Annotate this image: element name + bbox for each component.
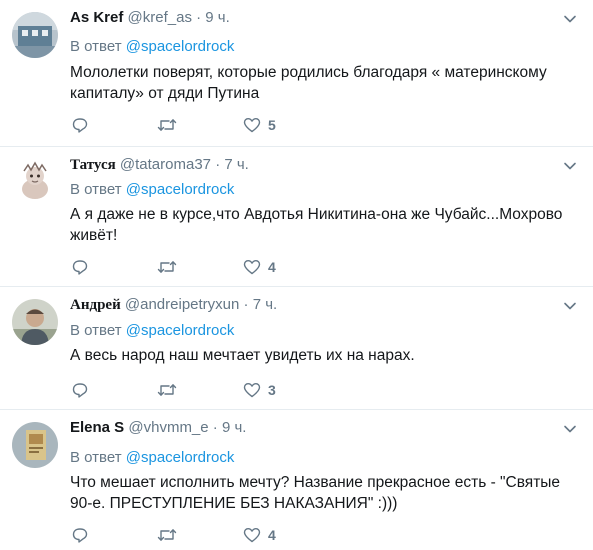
reply-icon xyxy=(72,528,88,543)
like-button[interactable]: 4 xyxy=(242,525,292,545)
like-count: 4 xyxy=(268,527,276,543)
retweet-icon xyxy=(157,261,177,273)
retweet-button[interactable] xyxy=(156,115,178,135)
separator-dot: · xyxy=(243,296,249,313)
reply-context: В ответ @spacelordrock xyxy=(70,180,234,200)
like-button[interactable]: 4 xyxy=(242,257,292,277)
like-icon xyxy=(243,260,261,275)
timestamp[interactable]: 7 ч. xyxy=(253,296,278,313)
avatar[interactable] xyxy=(12,12,58,58)
like-count: 5 xyxy=(268,117,276,133)
timestamp[interactable]: 7 ч. xyxy=(224,156,249,173)
reply-button[interactable] xyxy=(70,525,90,545)
chevron-down-icon[interactable] xyxy=(563,422,577,436)
like-count: 4 xyxy=(268,259,276,275)
retweet-icon xyxy=(157,384,177,396)
tweet-header: As Kref @kref_as · 9 ч. xyxy=(70,8,230,28)
reply-button[interactable] xyxy=(70,380,90,400)
avatar[interactable] xyxy=(12,159,58,205)
display-name[interactable]: Андрей xyxy=(70,297,121,313)
tweet-text: Мололетки поверят, которые родились благ… xyxy=(70,64,547,102)
tweet-header: Татуся @tataroma37 · 7 ч. xyxy=(70,155,249,175)
timestamp[interactable]: 9 ч. xyxy=(222,419,247,436)
reply-prefix: В ответ xyxy=(70,449,122,466)
separator-dot: · xyxy=(212,419,218,436)
user-handle[interactable]: @andreipetryxun xyxy=(125,296,239,313)
timestamp[interactable]: 9 ч. xyxy=(205,9,230,26)
tweet[interactable]: Татуся @tataroma37 · 7 ч. В ответ @space… xyxy=(0,147,593,287)
reply-context: В ответ @spacelordrock xyxy=(70,321,234,341)
user-handle[interactable]: @vhvmm_e xyxy=(128,419,208,436)
separator-dot: · xyxy=(215,156,221,173)
tweet-text: А я даже не в курсе,что Авдотья Никитина… xyxy=(70,206,563,244)
reply-icon xyxy=(72,118,88,133)
tweet-header: Андрей @andreipetryxun · 7 ч. xyxy=(70,295,277,315)
tweet-text: Что мешает исполнить мечту? Название пре… xyxy=(70,474,561,512)
reply-mention-link[interactable]: @spacelordrock xyxy=(126,181,235,198)
like-icon xyxy=(243,383,261,398)
reply-icon xyxy=(72,383,88,398)
reply-mention-link[interactable]: @spacelordrock xyxy=(126,322,235,339)
chevron-down-icon[interactable] xyxy=(563,12,577,26)
avatar[interactable] xyxy=(12,299,58,345)
like-button[interactable]: 3 xyxy=(242,380,292,400)
chevron-down-icon[interactable] xyxy=(563,299,577,313)
like-button[interactable]: 5 xyxy=(242,115,292,135)
reply-prefix: В ответ xyxy=(70,322,122,339)
user-handle[interactable]: @kref_as xyxy=(128,9,192,26)
reply-prefix: В ответ xyxy=(70,38,122,55)
tweet[interactable]: Андрей @andreipetryxun · 7 ч. В ответ @s… xyxy=(0,287,593,410)
reply-prefix: В ответ xyxy=(70,181,122,198)
retweet-icon xyxy=(157,529,177,541)
reply-context: В ответ @spacelordrock xyxy=(70,448,234,468)
like-count: 3 xyxy=(268,382,276,398)
display-name[interactable]: Elena S xyxy=(70,419,124,436)
reply-context: В ответ @spacelordrock xyxy=(70,37,234,57)
reply-button[interactable] xyxy=(70,115,90,135)
tweet[interactable]: Elena S @vhvmm_e · 9 ч. В ответ @spacelo… xyxy=(0,410,593,549)
retweet-icon xyxy=(157,119,177,131)
user-handle[interactable]: @tataroma37 xyxy=(120,156,211,173)
tweet-header: Elena S @vhvmm_e · 9 ч. xyxy=(70,418,246,438)
like-icon xyxy=(243,528,261,543)
reply-icon xyxy=(72,260,88,275)
tweet[interactable]: As Kref @kref_as · 9 ч. В ответ @spacelo… xyxy=(0,0,593,147)
display-name[interactable]: As Kref xyxy=(70,9,123,26)
separator-dot: · xyxy=(196,9,202,26)
chevron-down-icon[interactable] xyxy=(563,159,577,173)
retweet-button[interactable] xyxy=(156,525,178,545)
retweet-button[interactable] xyxy=(156,380,178,400)
like-icon xyxy=(243,118,261,133)
reply-mention-link[interactable]: @spacelordrock xyxy=(126,38,235,55)
display-name[interactable]: Татуся xyxy=(70,157,116,173)
avatar[interactable] xyxy=(12,422,58,468)
reply-mention-link[interactable]: @spacelordrock xyxy=(126,449,235,466)
retweet-button[interactable] xyxy=(156,257,178,277)
tweet-text: А весь народ наш мечтает увидеть их на н… xyxy=(70,347,415,364)
reply-button[interactable] xyxy=(70,257,90,277)
